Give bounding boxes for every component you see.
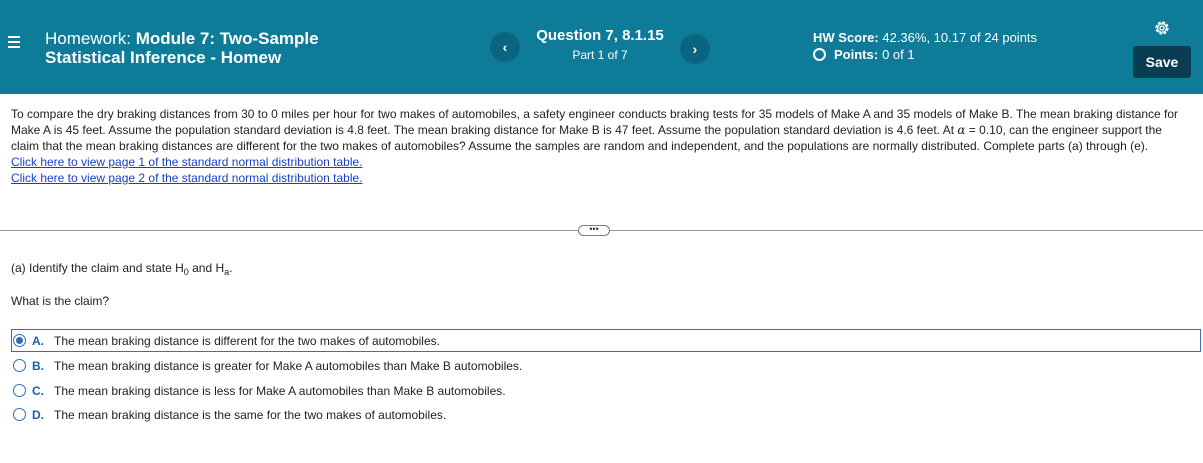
- option-a[interactable]: A. The mean braking distance is differen…: [11, 329, 1201, 352]
- question-part: Part 1 of 7: [572, 48, 628, 62]
- hw-score-value: 42.36%, 10.17 of 24 points: [882, 30, 1038, 45]
- option-letter: A.: [32, 333, 44, 348]
- points-value: 0 of 1: [882, 47, 915, 62]
- option-letter: D.: [32, 407, 44, 422]
- option-letter: B.: [32, 358, 44, 373]
- option-d[interactable]: D. The mean braking distance is the same…: [11, 403, 1201, 426]
- option-letter: C.: [32, 383, 44, 398]
- part-a-label: (a) Identify the claim and state H0 and …: [11, 261, 232, 277]
- option-text: The mean braking distance is less for Ma…: [54, 383, 506, 398]
- option-text: The mean braking distance is different f…: [54, 333, 440, 348]
- homework-title-name-line2: Statistical Inference - Homew: [45, 48, 282, 67]
- top-bar: Homework: Module 7: Two-Sample Statistic…: [0, 0, 1203, 94]
- menu-icon[interactable]: [8, 36, 22, 50]
- radio-selected-icon[interactable]: [13, 334, 26, 347]
- part-a-label-mid: and H: [188, 261, 225, 275]
- save-button[interactable]: Save: [1133, 46, 1191, 78]
- hw-score-label: HW Score:: [813, 30, 879, 45]
- homework-title-name-line1: Module 7: Two-Sample: [135, 29, 319, 48]
- radio-icon[interactable]: [13, 384, 26, 397]
- gear-icon[interactable]: [1152, 18, 1172, 38]
- question-title: Question 7, 8.1.15: [536, 27, 664, 44]
- option-b[interactable]: B. The mean braking distance is greater …: [11, 354, 1201, 377]
- chevron-right-icon: ›: [692, 41, 698, 57]
- hw-score: HW Score: 42.36%, 10.17 of 24 points: [813, 30, 1037, 45]
- homework-title-prefix: Homework:: [45, 29, 136, 48]
- option-c[interactable]: C. The mean braking distance is less for…: [11, 379, 1201, 402]
- normal-table-page1-link[interactable]: Click here to view page 1 of the standar…: [11, 154, 363, 170]
- homework-title: Homework: Module 7: Two-Sample Statistic…: [45, 29, 319, 67]
- normal-table-page2-link[interactable]: Click here to view page 2 of the standar…: [11, 170, 363, 186]
- points: Points: 0 of 1: [813, 47, 915, 62]
- part-a-label-end: .: [229, 261, 233, 275]
- expand-button[interactable]: •••: [578, 225, 610, 236]
- points-circle-icon: [813, 48, 826, 61]
- next-question-button[interactable]: ›: [680, 34, 710, 64]
- option-text: The mean braking distance is greater for…: [54, 358, 523, 373]
- chevron-left-icon: ‹: [502, 39, 508, 55]
- radio-icon[interactable]: [13, 359, 26, 372]
- previous-question-button[interactable]: ‹: [490, 32, 520, 62]
- radio-icon[interactable]: [13, 408, 26, 421]
- problem-statement: To compare the dry braking distances fro…: [11, 106, 1191, 186]
- option-text: The mean braking distance is the same fo…: [54, 407, 447, 422]
- part-a-label-start: (a) Identify the claim and state H: [11, 261, 184, 275]
- points-label: Points:: [834, 47, 879, 62]
- claim-question: What is the claim?: [11, 294, 110, 308]
